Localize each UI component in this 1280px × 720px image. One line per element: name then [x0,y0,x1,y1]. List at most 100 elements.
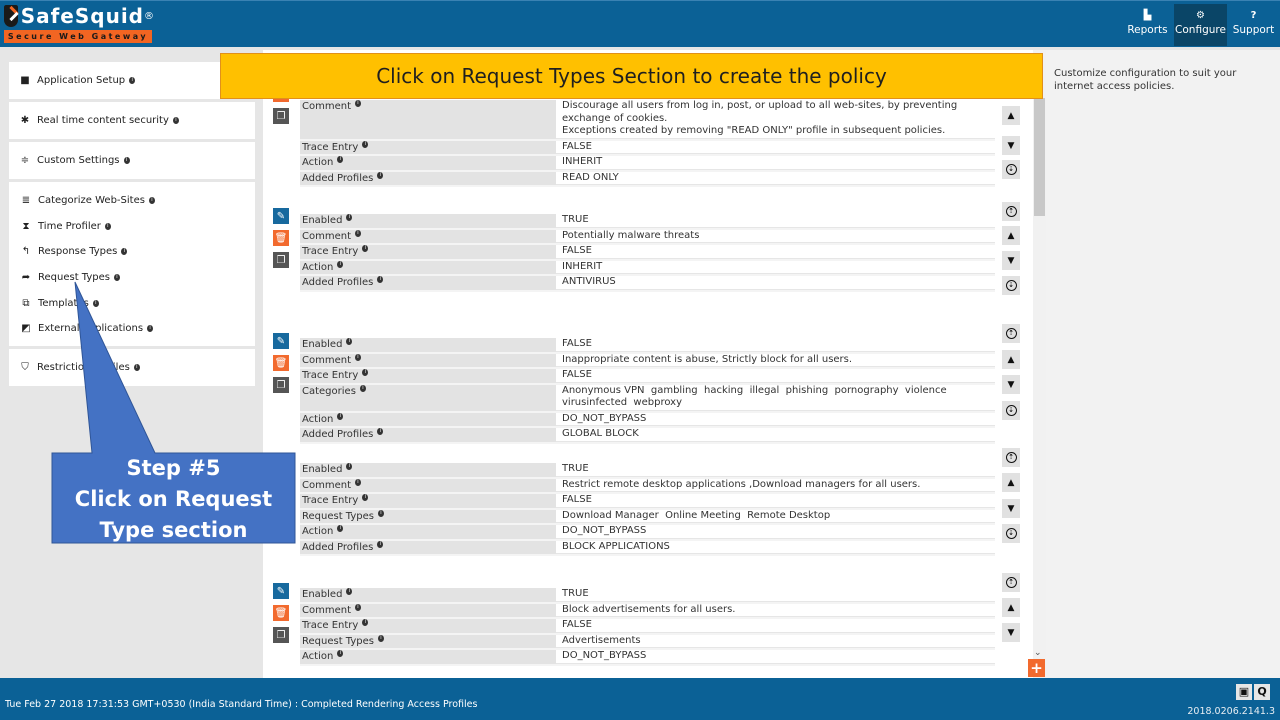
info-icon[interactable]: i [147,325,154,333]
nav-configure[interactable]: ⚙ Configure [1174,4,1227,46]
info-icon[interactable]: i [362,140,369,148]
scroll-down-arrow-icon[interactable]: ⌄ [1034,648,1042,658]
move-down-button[interactable]: ▼ [1002,251,1020,270]
add-policy-button[interactable]: + [1028,659,1045,677]
policy-field-row[interactable]: Trace Entry i FALSE [300,619,995,635]
info-icon[interactable]: i [346,214,353,221]
trash-icon[interactable]: 🗑 [273,230,289,246]
sidebar-item-categorize-web-sites[interactable]: ≣ Categorize Web-Sites i [9,188,255,214]
policy-field-row[interactable]: Comment i Discourage all users from log in… [300,100,995,141]
sidebar-item-response-types[interactable]: ↰ Response Types i [9,239,255,265]
policy-field-row[interactable]: Trace Entry i FALSE [300,369,995,385]
info-icon[interactable]: i [148,197,155,205]
info-icon[interactable]: i [337,156,344,163]
move-to-bottom-button[interactable]: ⇣ [1002,524,1020,543]
info-icon[interactable]: i [362,369,369,376]
policy-field-row[interactable]: Request Types i Advertisements [300,634,995,650]
copy-icon[interactable]: ❐ [273,377,289,393]
move-to-top-button[interactable]: ⇡ [1002,324,1020,343]
info-icon[interactable]: i [123,157,130,164]
info-icon[interactable]: i [129,77,136,84]
move-up-button[interactable]: ▲ [1002,598,1020,617]
edit-icon[interactable]: ✎ [273,583,289,599]
policy-field-row[interactable]: Action i INHERIT [300,260,995,276]
move-to-top-button[interactable]: ⇡ [1002,448,1020,467]
nav-reports[interactable]: ▙ Reports [1121,4,1174,46]
copy-icon[interactable]: ❐ [273,108,289,124]
info-icon[interactable]: i [113,274,120,282]
save-icon[interactable]: ▣ [1236,684,1252,700]
search-icon[interactable]: Q [1254,684,1270,700]
policy-field-row[interactable]: Action i DO_NOT_BYPASS [300,412,995,428]
info-icon[interactable]: i [172,117,179,124]
policy-field-row[interactable]: Categories i Anonymous VPN gambling hackin… [300,384,995,413]
copy-icon[interactable]: ❐ [273,252,289,268]
info-icon[interactable]: i [377,634,384,642]
sidebar-item-time-profiler[interactable]: ⧗ Time Profiler i [9,214,255,240]
trash-icon[interactable]: 🗑 [273,605,289,621]
sidebar-item-application-setup[interactable]: ■ Application Setup i [9,62,255,99]
sidebar-item-restriction-profiles[interactable]: ⛉ Restriction Profiles i [9,349,255,386]
copy-icon[interactable]: ❐ [273,627,289,643]
info-icon[interactable]: i [346,463,353,470]
policy-field-row[interactable]: Added Profiles i READ ONLY [300,171,995,187]
policy-field-row[interactable]: Enabled i TRUE [300,214,995,230]
move-to-bottom-button[interactable]: ⇣ [1002,401,1020,420]
move-to-bottom-button[interactable]: ⇣ [1002,160,1020,179]
info-icon[interactable]: i [355,229,361,237]
info-icon[interactable]: i [377,509,384,517]
info-icon[interactable]: i [362,494,369,501]
info-icon[interactable]: i [337,412,344,420]
info-icon[interactable]: i [362,619,369,626]
info-icon[interactable]: i [359,384,366,392]
policy-field-row[interactable]: Action i DO_NOT_BYPASS [300,650,995,666]
info-icon[interactable]: i [346,588,353,595]
move-up-button[interactable]: ▲ [1002,226,1020,245]
info-icon[interactable]: i [362,245,369,252]
policy-field-row[interactable]: Action i INHERIT [300,156,995,172]
policy-field-row[interactable]: Trace Entry i FALSE [300,140,995,156]
info-icon[interactable]: i [355,478,361,486]
policy-field-row[interactable]: Comment i Potentially malware threats [300,229,995,245]
policy-field-row[interactable]: Comment i Restrict remote desktop applicat… [300,478,995,494]
info-icon[interactable]: i [377,171,384,179]
move-up-button[interactable]: ▲ [1002,473,1020,492]
policy-field-row[interactable]: Action i DO_NOT_BYPASS [300,525,995,541]
edit-icon[interactable]: ✎ [273,208,289,224]
trash-icon[interactable]: 🗑 [273,355,289,371]
info-icon[interactable]: i [377,540,384,548]
policy-field-row[interactable]: Enabled i TRUE [300,588,995,604]
move-down-button[interactable]: ▼ [1002,499,1020,518]
policy-field-row[interactable]: Comment i Block advertisements for all use… [300,603,995,619]
move-down-button[interactable]: ▼ [1002,623,1020,642]
info-icon[interactable]: i [337,650,344,657]
sidebar-item-external-applications[interactable]: ◩ External applications i [9,316,255,342]
policy-list-scrollbar[interactable]: ⌄ [1033,50,1046,678]
policy-field-row[interactable]: Added Profiles i GLOBAL BLOCK [300,428,995,444]
info-icon[interactable]: i [121,248,128,256]
info-icon[interactable]: i [337,260,344,268]
policy-field-row[interactable]: Trace Entry i FALSE [300,245,995,261]
move-to-bottom-button[interactable]: ⇣ [1002,276,1020,295]
scrollbar-thumb[interactable] [1034,98,1045,216]
sidebar-item-realtime-content-security[interactable]: ✱ Real time content security i [9,102,255,139]
policy-field-row[interactable]: Added Profiles i ANTIVIRUS [300,276,995,292]
info-icon[interactable]: i [377,428,384,435]
edit-icon[interactable]: ✎ [273,333,289,349]
info-icon[interactable]: i [337,525,344,532]
info-icon[interactable]: i [104,222,111,230]
info-icon[interactable]: i [355,353,361,361]
sidebar-item-request-types[interactable]: ➦ Request Types i [9,265,255,291]
policy-field-row[interactable]: Added Profiles i BLOCK APPLICATIONS [300,540,995,556]
policy-field-row[interactable]: Request Types i Download Manager Online Me… [300,509,995,525]
move-down-button[interactable]: ▼ [1002,375,1020,394]
sidebar-item-templates[interactable]: ⧉ Templates i [9,290,255,316]
move-down-button[interactable]: ▼ [1002,136,1020,155]
nav-support[interactable]: ? Support [1227,4,1280,46]
policy-field-row[interactable]: Enabled i FALSE [300,338,995,354]
sidebar-item-custom-settings[interactable]: ≑ Custom Settings i [9,142,255,179]
policy-field-row[interactable]: Trace Entry i FALSE [300,494,995,510]
policy-field-row[interactable]: Enabled i TRUE [300,463,995,479]
info-icon[interactable]: i [355,603,361,611]
move-to-top-button[interactable]: ⇡ [1002,202,1020,221]
